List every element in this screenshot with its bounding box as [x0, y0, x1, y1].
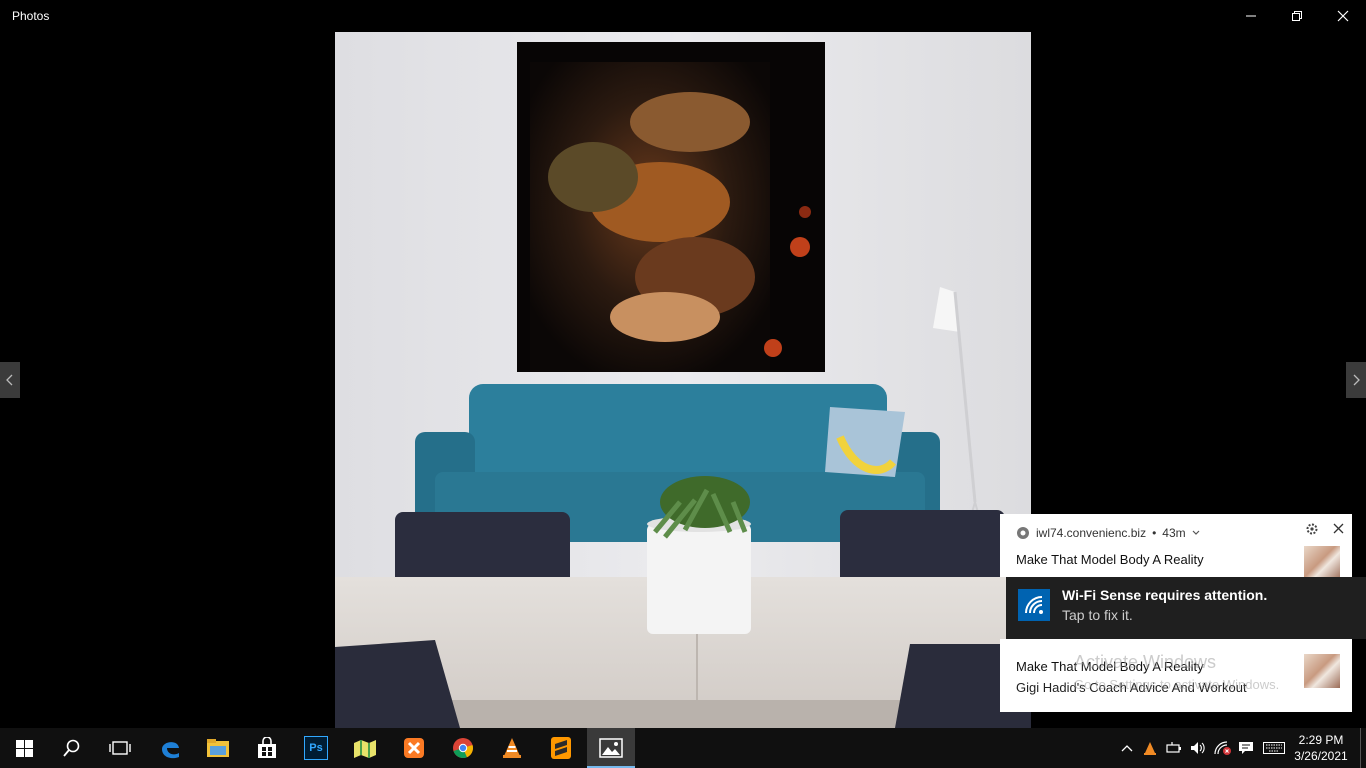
title-bar: Photos [0, 0, 1366, 32]
tray-vlc[interactable] [1140, 728, 1160, 768]
sublime-icon [551, 737, 571, 759]
tray-network[interactable] [1212, 728, 1234, 768]
chevron-left-icon [6, 374, 13, 386]
taskbar-map-app[interactable] [341, 728, 389, 768]
chrome-icon [1017, 527, 1029, 539]
show-desktop-button[interactable] [1360, 728, 1366, 768]
task-view-button[interactable] [96, 728, 144, 768]
minimize-icon [1246, 15, 1256, 17]
restore-icon [1292, 11, 1302, 21]
wifi-sense-tile [1018, 589, 1050, 621]
taskbar-photoshop[interactable]: Ps [292, 728, 340, 768]
show-hidden-icons-button[interactable] [1118, 728, 1136, 768]
taskbar-sublime[interactable] [537, 728, 585, 768]
search-icon [63, 739, 80, 757]
notification-age: 43m [1162, 526, 1186, 540]
activate-windows-title: Activate Windows [1074, 652, 1217, 672]
photos-icon [599, 738, 623, 758]
restore-button[interactable] [1274, 0, 1320, 32]
task-view-icon [109, 741, 131, 755]
notification-thumbnail [1304, 546, 1340, 580]
notification-card[interactable]: iwl74.convenienc.biz • 43m Make That Mod… [1000, 514, 1352, 580]
notification-thumbnail [1304, 654, 1340, 688]
store-icon [258, 737, 276, 758]
activate-windows-subtitle: Go to Settings to activate Windows. [1074, 677, 1280, 692]
keyboard-icon [1263, 742, 1285, 754]
tray-action-center[interactable] [1236, 728, 1256, 768]
action-center-icon [1239, 742, 1253, 754]
clock-date: 3/26/2021 [1294, 749, 1348, 763]
tray-battery[interactable] [1164, 728, 1184, 768]
taskbar-edge[interactable] [146, 728, 194, 768]
map-app-icon [354, 740, 376, 758]
file-explorer-icon [207, 739, 229, 757]
taskbar-file-explorer[interactable] [194, 728, 242, 768]
wifi-sense-toast[interactable]: Wi-Fi Sense requires attention. Tap to f… [1006, 577, 1366, 639]
app-title: Photos [12, 9, 50, 23]
taskbar-chrome[interactable] [439, 728, 487, 768]
network-error-icon [1214, 741, 1231, 755]
room-photo [335, 32, 1031, 728]
dismiss-notification-icon[interactable] [1333, 523, 1344, 534]
tray-keyboard[interactable] [1262, 728, 1286, 768]
minimize-button[interactable] [1228, 0, 1274, 32]
start-icon [15, 739, 33, 757]
wifi-sense-subtitle: Tap to fix it. [1062, 607, 1133, 623]
xampp-icon [404, 738, 424, 758]
notification-source: iwl74.convenienc.biz • 43m [1016, 526, 1200, 540]
photo-canvas[interactable] [335, 32, 1031, 728]
vlc-icon [1144, 742, 1156, 755]
vlc-icon [503, 738, 521, 758]
clock-time: 2:29 PM [1298, 733, 1344, 747]
edge-icon [162, 742, 179, 759]
notification-headline: Make That Model Body A Reality [1016, 552, 1204, 567]
wifi-icon [1025, 596, 1043, 614]
notification-card[interactable]: Make That Model Body A Reality Gigi Hadi… [1000, 639, 1352, 712]
tray-volume[interactable] [1188, 728, 1208, 768]
chevron-right-icon [1353, 374, 1360, 386]
taskbar-photos[interactable] [587, 728, 635, 768]
chevron-down-icon [1192, 530, 1200, 535]
taskbar-store[interactable] [243, 728, 291, 768]
chrome-icon [453, 738, 473, 759]
start-button[interactable] [0, 728, 48, 768]
previous-photo-button[interactable] [0, 362, 20, 398]
taskbar-xampp[interactable] [390, 728, 438, 768]
speaker-icon [1191, 742, 1205, 754]
wifi-sense-title: Wi-Fi Sense requires attention. [1062, 587, 1268, 603]
close-button[interactable] [1320, 0, 1366, 32]
chevron-up-icon [1121, 745, 1133, 752]
settings-gear-icon[interactable] [1306, 523, 1318, 535]
search-button[interactable] [48, 728, 96, 768]
next-photo-button[interactable] [1346, 362, 1366, 398]
battery-icon [1166, 742, 1181, 753]
taskbar-vlc[interactable] [488, 728, 536, 768]
photoshop-icon: Ps [304, 736, 328, 760]
close-icon [1337, 10, 1349, 22]
taskbar-clock[interactable]: 2:29 PM 3/26/2021 [1290, 732, 1352, 764]
taskbar: Ps 2:29 PM 3/26/2021 [0, 728, 1366, 768]
